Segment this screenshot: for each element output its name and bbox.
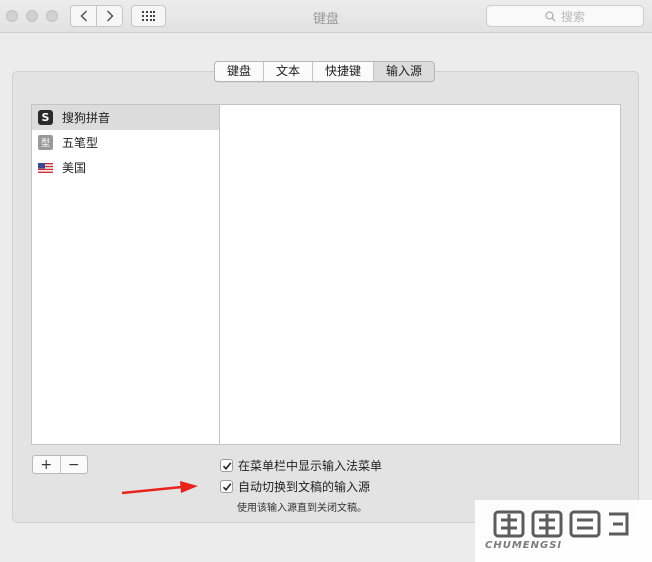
watermark-text: CHUMENGSI <box>485 540 563 551</box>
search-icon <box>545 10 556 21</box>
list-item-sogou[interactable]: S 搜狗拼音 <box>32 105 219 130</box>
checkmark-icon <box>222 461 231 470</box>
search-field[interactable]: 搜索 <box>486 5 644 27</box>
list-item-label: 搜狗拼音 <box>62 111 111 125</box>
red-arrow-annotation <box>121 481 198 495</box>
show-input-menu-label: 在菜单栏中显示输入法菜单 <box>238 459 383 473</box>
watermark-logo <box>493 510 629 538</box>
list-item-label: 五笔型 <box>62 136 99 150</box>
list-item-us[interactable]: 美国 <box>32 155 219 180</box>
search-placeholder: 搜索 <box>560 9 585 24</box>
auto-switch-label: 自动切换到文稿的输入源 <box>238 480 371 494</box>
auto-switch-checkbox[interactable] <box>220 480 233 493</box>
auto-switch-hint: 使用该输入源直到关闭文稿。 <box>237 503 367 514</box>
add-remove-control: + − <box>32 455 88 474</box>
add-input-source-button[interactable]: + <box>33 456 60 473</box>
watermark: CHUMENGSI <box>475 500 652 562</box>
list-item-wubi[interactable]: 型 五笔型 <box>32 130 219 155</box>
show-input-menu-option[interactable]: 在菜单栏中显示输入法菜单 <box>220 457 382 474</box>
show-input-menu-checkbox[interactable] <box>220 459 233 472</box>
us-flag-icon <box>38 160 53 175</box>
input-source-list[interactable]: S 搜狗拼音 型 五笔型 美国 <box>31 104 220 445</box>
tab-input-sources[interactable]: 输入源 <box>373 62 435 81</box>
tab-shortcuts[interactable]: 快捷键 <box>312 62 373 81</box>
wubi-icon: 型 <box>38 135 53 150</box>
list-item-label: 美国 <box>62 161 87 175</box>
tab-keyboard[interactable]: 键盘 <box>215 62 263 81</box>
title-bar: 键盘 搜索 <box>0 0 652 33</box>
tab-bar: 键盘 文本 快捷键 输入源 <box>214 61 436 82</box>
sogou-icon: S <box>38 110 53 125</box>
input-source-detail-pane <box>219 104 621 445</box>
remove-input-source-button[interactable]: − <box>59 456 88 473</box>
checkmark-icon <box>222 482 231 491</box>
tab-text[interactable]: 文本 <box>263 62 312 81</box>
auto-switch-option[interactable]: 自动切换到文稿的输入源 <box>220 478 370 495</box>
